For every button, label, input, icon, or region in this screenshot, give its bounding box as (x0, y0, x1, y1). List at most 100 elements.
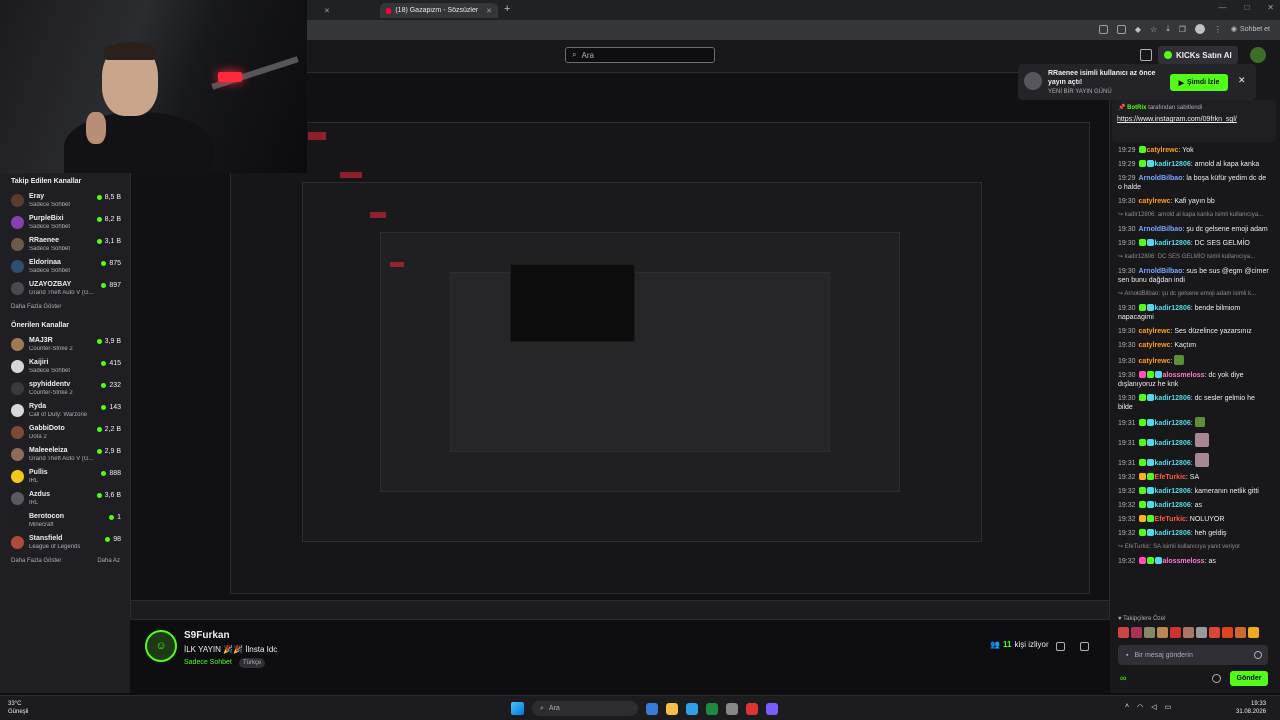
sidebar-channel-eray[interactable]: Eray Sadece Sohbet 8,5 B (0, 190, 130, 212)
sidebar-channel-pullis[interactable]: Pullis IRL 888 (0, 466, 130, 488)
puzzle-icon[interactable] (1116, 24, 1126, 34)
new-tab-button[interactable]: + (504, 3, 510, 15)
close-window-icon[interactable]: ✕ (1267, 3, 1274, 12)
message-user[interactable]: catylrewc (1147, 147, 1179, 154)
message-user[interactable]: kadir12806 (1155, 440, 1191, 447)
message-user[interactable]: alossmeloss (1163, 558, 1205, 565)
sidebar-channel-rraenee[interactable]: RRaenee Sadece Sohbet 3,1 B (0, 234, 130, 256)
message-user[interactable]: kadir12806 (1155, 502, 1191, 509)
message-user[interactable]: kadir12806 (1155, 395, 1191, 402)
message-user[interactable]: ArnoldBilbao (1139, 226, 1183, 233)
clock[interactable]: 19:33 31.08.2026 (1236, 700, 1266, 716)
message-user[interactable]: EfeTurkic (1155, 474, 1186, 481)
more-icon[interactable] (1080, 642, 1089, 651)
chat-input[interactable]: ▪ Bir mesaj gönderin (1118, 645, 1268, 665)
watch-now-button[interactable]: ▶ Şimdi İzle (1170, 74, 1228, 91)
battery-icon[interactable]: ▭ (1165, 703, 1172, 711)
sidebar-channel-stansfield[interactable]: Stansfield League of Legends 98 (0, 532, 130, 554)
emote-icon[interactable] (1118, 627, 1129, 638)
channel-avatar[interactable]: ☺ (145, 630, 177, 662)
share-icon[interactable] (1056, 642, 1065, 651)
emote-icon[interactable] (1222, 627, 1233, 638)
windows-start-icon[interactable] (511, 702, 524, 715)
emote-icon[interactable] (1248, 627, 1259, 638)
taskbar-app-icon[interactable] (666, 702, 678, 715)
sidebar-channel-purplebixi[interactable]: PurpleBixi Sadece Sohbet 8,2 B (0, 212, 130, 234)
pinned-link[interactable]: https://www.instagram.com/09frkn_sgl/ (1117, 115, 1269, 125)
sidebar-channel-maj3r[interactable]: MAJ3R Counter-Strike 2 3,9 B (0, 334, 130, 356)
emote-icon[interactable] (1144, 627, 1155, 638)
sidebar-channel-uzayozbay[interactable]: UZAYOZBAY Grand Theft Auto V (G... 897 (0, 278, 130, 300)
message-user[interactable]: EfeTurkic (1155, 516, 1186, 523)
emote-icon[interactable] (1183, 627, 1194, 638)
show-more-link[interactable]: Daha Fazla Göster (11, 558, 61, 571)
network-icon[interactable]: ◠ (1137, 703, 1143, 711)
star-icon[interactable]: ☆ (1150, 25, 1157, 34)
taskbar-app-icon[interactable] (746, 702, 758, 715)
taskbar-app-icon[interactable] (766, 702, 778, 715)
sidebar-channel-gabbidoto[interactable]: GabbiDoto Dota 2 2,2 B (0, 422, 130, 444)
show-less-link[interactable]: Daha Az (97, 558, 120, 571)
message-user[interactable]: kadir12806 (1155, 305, 1191, 312)
sidebar-channel-eldorinaa[interactable]: Eldorinaa Sadece Sohbet 875 (0, 256, 130, 278)
download-icon[interactable]: ⤓ (1166, 24, 1170, 34)
user-avatar[interactable] (1249, 47, 1266, 63)
layout-icon[interactable] (1140, 49, 1152, 61)
message-user[interactable]: kadir12806 (1155, 420, 1191, 427)
sidebar-channel-azdus[interactable]: Azdus IRL 3,6 B (0, 488, 130, 510)
extension-icon[interactable] (1098, 24, 1108, 34)
chat-pill[interactable]: ◉ Sohbet et (1231, 25, 1270, 34)
message-user[interactable]: catylrewc (1139, 328, 1171, 335)
sidebar-channel-kaijiri[interactable]: Kaijiri Sadece Sohbet 415 (0, 356, 130, 378)
taskbar-app-icon[interactable] (686, 702, 698, 715)
profile-avatar[interactable] (1194, 24, 1205, 34)
sidebar-channel-maleeeleiza[interactable]: Maleeeleiza Grand Theft Auto V (G... 2,9 B (0, 444, 130, 466)
message-user[interactable]: kadir12806 (1155, 240, 1191, 247)
message-user[interactable]: ArnoldBilbao (1139, 268, 1183, 275)
search-input[interactable]: ⌕ Ara (565, 47, 715, 63)
volume-icon[interactable]: ◁ (1151, 703, 1156, 711)
browser-tab-active[interactable]: (18) Gazapizm - Sözsüzlerek - YouTube ✕ (380, 3, 498, 18)
sidebar-channel-ryda[interactable]: Ryda Call of Duty: Warzone 143 (0, 400, 130, 422)
emote-icon[interactable] (1170, 627, 1181, 638)
message-user[interactable]: kadir12806 (1155, 530, 1191, 537)
emote-icon[interactable] (1235, 627, 1246, 638)
sidebar-channel-spyhiddentv[interactable]: spyhiddentv Counter-Strike 2 232 (0, 378, 130, 400)
chevron-up-icon[interactable]: ˄ (1125, 703, 1129, 711)
taskbar-app-icon[interactable] (646, 702, 658, 715)
close-icon[interactable]: ✕ (486, 7, 492, 15)
menu-icon[interactable]: ⋮ (1214, 25, 1222, 34)
taskbar-search[interactable]: ⌕ Ara (532, 701, 638, 716)
weather-widget[interactable]: 33°C Güneşli (8, 700, 28, 716)
close-icon[interactable]: ✕ (324, 7, 330, 15)
diamond-icon[interactable]: ◆ (1135, 25, 1141, 34)
emote-icon[interactable] (1157, 627, 1168, 638)
message-user[interactable]: ArnoldBilbao (1139, 175, 1183, 182)
emote-icon[interactable] (1131, 627, 1142, 638)
show-more-link[interactable]: Daha Fazla Göster (11, 304, 61, 317)
maximize-icon[interactable]: □ (1244, 3, 1249, 12)
send-button[interactable]: Gönder (1230, 671, 1268, 686)
message-user[interactable]: kadir12806 (1155, 161, 1191, 168)
browser-tab[interactable]: ✕ (310, 3, 380, 18)
message-user[interactable]: catylrewc (1139, 358, 1171, 365)
message-user[interactable]: alossmeloss (1163, 372, 1205, 379)
channel-name[interactable]: S9Furkan (184, 630, 230, 641)
message-user[interactable]: catylrewc (1139, 198, 1171, 205)
taskbar-app-icon[interactable] (726, 702, 738, 715)
bookmark-icon[interactable]: ❐ (1179, 25, 1186, 34)
close-icon[interactable]: ✕ (1238, 75, 1246, 86)
taskbar-app-icon[interactable] (706, 702, 718, 715)
emote-icon[interactable] (1209, 627, 1220, 638)
message-user[interactable]: kadir12806 (1155, 460, 1191, 467)
emoji-icon[interactable] (1254, 651, 1262, 659)
message-user[interactable]: catylrewc (1139, 342, 1171, 349)
gear-icon[interactable] (1212, 674, 1221, 683)
minimize-icon[interactable]: — (1218, 3, 1226, 12)
message-user[interactable]: kadir12806 (1155, 488, 1191, 495)
stream-category[interactable]: Sadece Sohbet (184, 659, 232, 666)
language-tag[interactable]: Türkçe (239, 658, 266, 668)
emote-icon[interactable] (1196, 627, 1207, 638)
infinity-icon[interactable]: ∞ (1120, 673, 1126, 683)
buy-kicks-button[interactable]: KICKs Satın Al (1158, 46, 1238, 64)
